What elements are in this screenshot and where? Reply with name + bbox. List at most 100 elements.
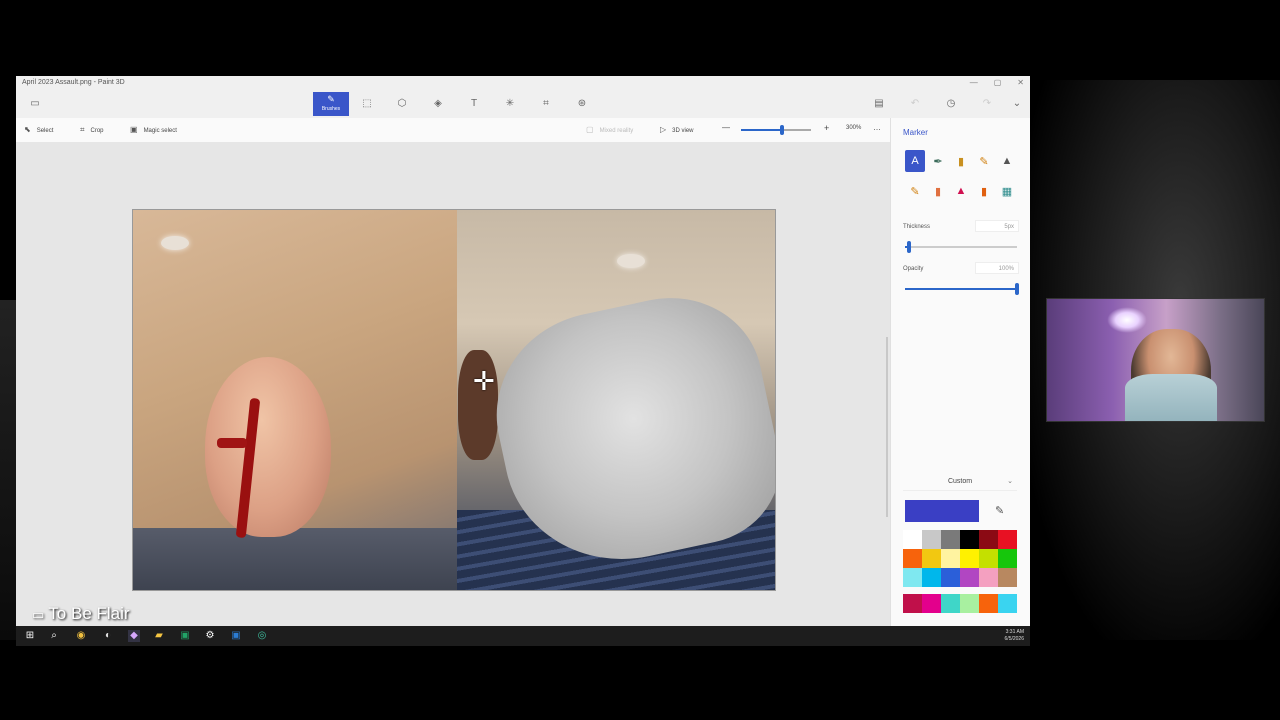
thickness-input[interactable]: 5px bbox=[975, 220, 1019, 232]
maximize-button[interactable]: ▢ bbox=[994, 78, 1002, 87]
magic-select-label: Magic select bbox=[143, 128, 177, 134]
palette-color-swatch[interactable] bbox=[903, 568, 922, 587]
vertical-scrollbar[interactable] bbox=[886, 337, 888, 517]
palette-color-swatch[interactable] bbox=[998, 530, 1017, 549]
palette-color-swatch[interactable] bbox=[903, 549, 922, 568]
select-label: Select bbox=[36, 128, 54, 134]
photo-left-shirt bbox=[133, 528, 457, 590]
app-icon[interactable]: ◐ bbox=[102, 630, 114, 642]
history-icon[interactable]: ◷ bbox=[940, 94, 962, 114]
taskbar-clock[interactable]: 3:31 AM 6/5/2026 bbox=[1005, 629, 1024, 643]
edge-icon[interactable]: ◎ bbox=[256, 630, 268, 642]
paint3d-icon[interactable]: ◆ bbox=[128, 630, 140, 642]
zoom-in-button[interactable]: + bbox=[824, 123, 829, 133]
expand-icon[interactable]: ⌄ bbox=[1006, 94, 1028, 114]
tab-canvas[interactable]: ⌗ bbox=[535, 94, 557, 114]
custom-color-swatch[interactable] bbox=[960, 594, 979, 613]
settings-icon[interactable]: ⚙ bbox=[204, 630, 216, 642]
palette-color-swatch[interactable] bbox=[922, 568, 941, 587]
search-icon[interactable]: ⌕ bbox=[48, 630, 60, 642]
palette-color-swatch[interactable] bbox=[922, 549, 941, 568]
tab-brushes-label: Brushes bbox=[321, 106, 341, 112]
color-mode-dropdown[interactable]: Custom ⌄ bbox=[903, 474, 1017, 491]
zoom-level[interactable]: 300% bbox=[846, 125, 861, 131]
mixed-reality-label: Mixed reality bbox=[599, 128, 634, 134]
mixed-reality-icon: ▢ bbox=[586, 125, 594, 134]
palette-color-swatch[interactable] bbox=[979, 530, 998, 549]
panel-title: Marker bbox=[903, 128, 928, 137]
redo-icon[interactable]: ↷ bbox=[976, 94, 998, 114]
minimize-button[interactable]: — bbox=[970, 78, 978, 87]
stream-watermark: ▭ To Be Flair bbox=[32, 604, 130, 624]
close-button[interactable]: ✕ bbox=[1017, 78, 1024, 87]
palette-color-swatch[interactable] bbox=[941, 530, 960, 549]
zoom-out-button[interactable]: — bbox=[722, 123, 730, 132]
magic-select-button[interactable]: ▣ Magic select bbox=[130, 125, 177, 134]
eyedropper-icon[interactable]: ✎ bbox=[995, 504, 1004, 517]
palette-color-swatch[interactable] bbox=[979, 549, 998, 568]
select-icon: ⬉ bbox=[24, 125, 31, 134]
palette-color-swatch[interactable] bbox=[941, 549, 960, 568]
palette-color-swatch[interactable] bbox=[903, 530, 922, 549]
zoom-slider-thumb[interactable] bbox=[779, 125, 784, 135]
windows-icon[interactable]: ⊞ bbox=[24, 630, 36, 642]
brush-pixel-pen[interactable]: ▲ bbox=[997, 150, 1017, 172]
brush-oil[interactable]: ▮ bbox=[951, 150, 971, 172]
tab-stickers[interactable]: ◈ bbox=[427, 94, 449, 114]
selected-color-swatch[interactable] bbox=[905, 500, 979, 522]
tab-text[interactable]: T bbox=[463, 94, 485, 114]
select-button[interactable]: ⬉ Select bbox=[24, 125, 53, 134]
brush-marker[interactable]: A bbox=[905, 150, 925, 172]
opacity-slider-thumb[interactable] bbox=[1015, 283, 1019, 295]
tab-brushes[interactable]: ✎ Brushes bbox=[313, 92, 349, 116]
zoom-slider-fill bbox=[741, 129, 782, 131]
brush-pencil[interactable]: ✎ bbox=[905, 180, 925, 202]
brush-crayon[interactable]: ▲ bbox=[951, 180, 971, 202]
tab-effects[interactable]: ✳ bbox=[499, 94, 521, 114]
custom-color-swatch[interactable] bbox=[979, 594, 998, 613]
folder-icon[interactable]: ▰ bbox=[153, 630, 165, 642]
zoom-slider[interactable] bbox=[741, 125, 811, 135]
tab-2d-shapes[interactable]: ⬚ bbox=[356, 94, 378, 114]
brush-eraser[interactable]: ▮ bbox=[928, 180, 948, 202]
word-icon[interactable]: ▣ bbox=[230, 630, 242, 642]
tab-3d-library[interactable]: ⊛ bbox=[571, 94, 593, 114]
tab-3d-shapes[interactable]: ⬡ bbox=[391, 94, 413, 114]
custom-color-swatch[interactable] bbox=[941, 594, 960, 613]
brush-calligraphy-pen[interactable]: ✒ bbox=[928, 150, 948, 172]
color-mode-label: Custom bbox=[947, 478, 973, 485]
thickness-slider[interactable] bbox=[905, 241, 1017, 253]
undo-icon[interactable]: ↶ bbox=[904, 94, 926, 114]
view3d-button[interactable]: ▷ 3D view bbox=[660, 125, 694, 134]
palette-color-swatch[interactable] bbox=[998, 549, 1017, 568]
custom-color-swatch[interactable] bbox=[998, 594, 1017, 613]
opacity-input[interactable]: 100% bbox=[975, 262, 1019, 274]
palette-color-swatch[interactable] bbox=[979, 568, 998, 587]
excel-icon[interactable]: ▣ bbox=[179, 630, 191, 642]
more-options-button[interactable]: … bbox=[873, 123, 881, 132]
palette-color-swatch[interactable] bbox=[960, 530, 979, 549]
palette-color-swatch[interactable] bbox=[941, 568, 960, 587]
palette-color-swatch[interactable] bbox=[998, 568, 1017, 587]
custom-color-swatch[interactable] bbox=[922, 594, 941, 613]
title-bar: April 2023 Assault.png - Paint 3D — ▢ ✕ bbox=[16, 76, 1030, 92]
menu-icon[interactable]: ▭ bbox=[24, 94, 46, 114]
crop-label: Crop bbox=[90, 128, 104, 134]
palette-color-swatch[interactable] bbox=[922, 530, 941, 549]
canvas-image[interactable]: ✛ bbox=[132, 209, 776, 591]
paste-icon[interactable]: ▤ bbox=[868, 94, 890, 114]
webcam-overlay bbox=[1046, 298, 1265, 422]
crop-button[interactable]: ⌗ Crop bbox=[80, 125, 104, 135]
clock-time: 3:31 AM bbox=[1005, 629, 1024, 635]
brush-fill[interactable]: ▦ bbox=[997, 180, 1017, 202]
opacity-slider[interactable] bbox=[905, 283, 1019, 295]
brush-watercolor[interactable]: ✎ bbox=[974, 150, 994, 172]
mixed-reality-button[interactable]: ▢ Mixed reality bbox=[586, 125, 633, 134]
thickness-slider-thumb[interactable] bbox=[907, 241, 912, 253]
palette-color-swatch[interactable] bbox=[960, 549, 979, 568]
chevron-down-icon: ⌄ bbox=[1007, 478, 1013, 485]
brush-spray-can[interactable]: ▮ bbox=[974, 180, 994, 202]
palette-color-swatch[interactable] bbox=[960, 568, 979, 587]
chrome-icon[interactable]: ◉ bbox=[75, 630, 87, 642]
custom-color-swatch[interactable] bbox=[903, 594, 922, 613]
